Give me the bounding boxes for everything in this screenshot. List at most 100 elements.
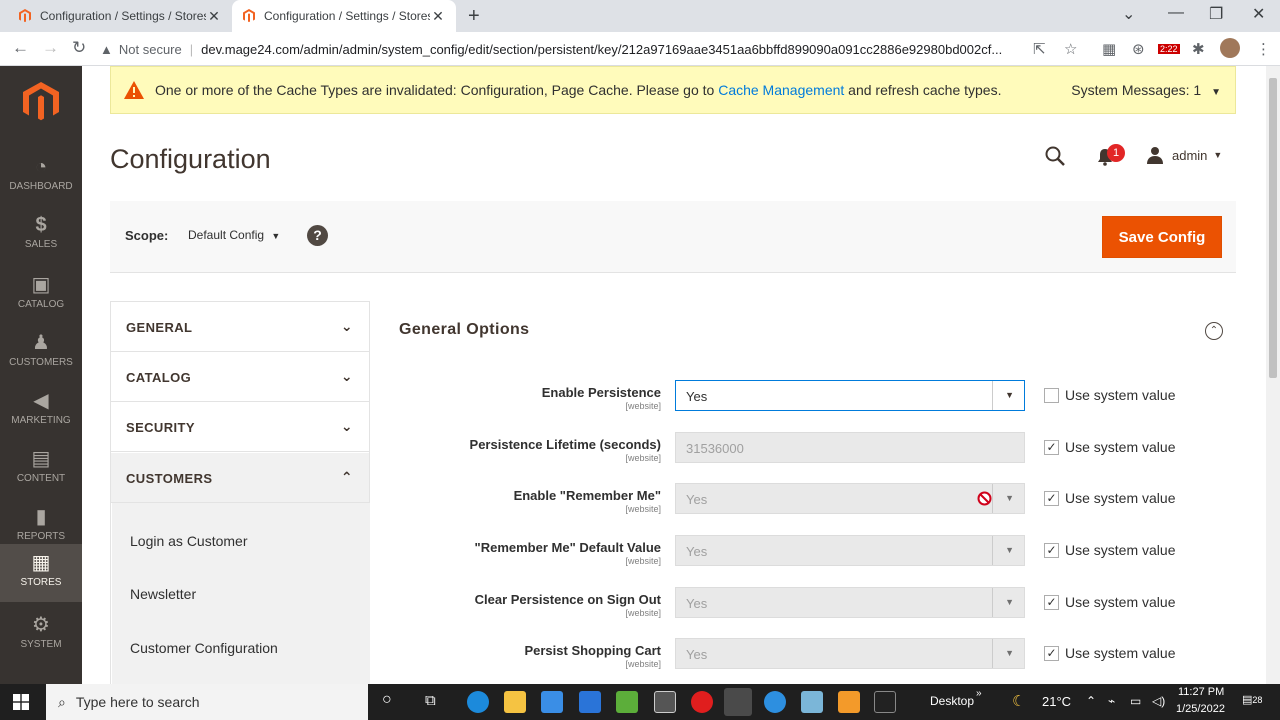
- clear-persistence-select[interactable]: Yes ▼: [675, 587, 1025, 618]
- field-persist-shopping-cart: Persist Shopping Cart [website] Yes ▼ ✓ …: [382, 635, 1212, 675]
- weather-temperature[interactable]: 21°C: [1042, 694, 1071, 709]
- star-icon[interactable]: ☆: [1064, 40, 1077, 58]
- group-title[interactable]: General Options: [399, 321, 529, 339]
- save-config-button[interactable]: Save Config: [1102, 216, 1222, 258]
- cache-management-link[interactable]: Cache Management: [718, 82, 844, 98]
- cortana-icon[interactable]: ○: [382, 691, 392, 709]
- nav-customers[interactable]: ♟ CUSTOMERS: [0, 324, 82, 382]
- browser-tab-active[interactable]: Configuration / Settings / Stores ✕: [232, 0, 456, 32]
- page-scrollbar[interactable]: [1266, 66, 1280, 684]
- system-messages-toggle[interactable]: System Messages: 1 ▼: [1071, 82, 1221, 98]
- volume-icon[interactable]: ◁): [1152, 694, 1165, 708]
- section-catalog[interactable]: CATALOG ⌄: [111, 352, 369, 402]
- persist-shopping-cart-select[interactable]: Yes ▼: [675, 638, 1025, 669]
- minimize-icon[interactable]: —: [1168, 4, 1184, 22]
- warning-icon[interactable]: ▲: [100, 42, 113, 57]
- puzzle-icon[interactable]: ✱: [1192, 40, 1205, 58]
- subnav-customer-configuration[interactable]: Customer Configuration: [130, 640, 278, 656]
- nav-content[interactable]: ▤ CONTENT: [0, 440, 82, 498]
- nav-system[interactable]: ⚙ SYSTEM: [0, 606, 82, 664]
- extension-icon[interactable]: ⊛: [1132, 40, 1145, 58]
- notification-count-badge[interactable]: 1: [1107, 144, 1125, 162]
- app-icon[interactable]: [654, 691, 676, 713]
- section-customers[interactable]: CUSTOMERS ⌃: [111, 453, 369, 503]
- address-bar[interactable]: ▲ Not secure | dev.mage24.com/admin/admi…: [100, 35, 1100, 63]
- use-system-value-checkbox[interactable]: ✓: [1044, 491, 1059, 506]
- enable-persistence-select[interactable]: Yes ▼: [675, 380, 1025, 411]
- network-icon[interactable]: ⌁: [1108, 694, 1115, 708]
- use-system-value-label[interactable]: Use system value: [1065, 645, 1175, 661]
- use-system-value-checkbox[interactable]: ✓: [1044, 440, 1059, 455]
- reload-icon[interactable]: ↻: [72, 38, 86, 58]
- close-tab-icon[interactable]: ✕: [206, 8, 222, 25]
- security-label[interactable]: Not secure: [119, 42, 182, 57]
- nav-stores[interactable]: ▦ STORES: [0, 544, 82, 602]
- weather-icon[interactable]: ☾: [1012, 692, 1025, 710]
- edge-icon[interactable]: [467, 691, 489, 713]
- section-general[interactable]: GENERAL ⌄: [111, 302, 369, 352]
- subnav-login-as-customer[interactable]: Login as Customer: [130, 533, 248, 549]
- url-text[interactable]: dev.mage24.com/admin/admin/system_config…: [201, 42, 1013, 57]
- use-system-value-checkbox[interactable]: ✓: [1044, 595, 1059, 610]
- extension-badge[interactable]: 2:22: [1158, 44, 1180, 54]
- nav-marketing[interactable]: ◀ MARKETING: [0, 382, 82, 440]
- section-security[interactable]: SECURITY ⌄: [111, 402, 369, 452]
- use-system-value-label[interactable]: Use system value: [1065, 387, 1175, 403]
- field-label: Enable "Remember Me": [513, 488, 661, 503]
- desktop-toolbar-label[interactable]: Desktop: [930, 694, 974, 708]
- file-explorer-icon[interactable]: [504, 691, 526, 713]
- close-window-icon[interactable]: ✕: [1252, 4, 1265, 24]
- mail-icon[interactable]: [579, 691, 601, 713]
- maximize-icon[interactable]: ❐: [1209, 4, 1223, 24]
- back-icon[interactable]: ←: [12, 38, 29, 58]
- use-system-value-checkbox[interactable]: ✓: [1044, 543, 1059, 558]
- share-icon[interactable]: ⇱: [1033, 40, 1046, 58]
- search-icon[interactable]: [1045, 146, 1065, 166]
- use-system-value-label[interactable]: Use system value: [1065, 490, 1175, 506]
- store-icon[interactable]: [541, 691, 563, 713]
- use-system-value-label[interactable]: Use system value: [1065, 594, 1175, 610]
- remember-me-default-select[interactable]: Yes ▼: [675, 535, 1025, 566]
- chrome-active-icon[interactable]: [724, 688, 752, 716]
- admin-user-menu[interactable]: admin ▼: [1146, 146, 1222, 164]
- windows-start-icon[interactable]: [13, 694, 29, 710]
- extension-icon[interactable]: ▦: [1102, 40, 1116, 58]
- browser-tab[interactable]: Configuration / Settings / Stores ✕: [8, 0, 232, 32]
- use-system-value-checkbox[interactable]: ✓: [1044, 646, 1059, 661]
- notification-center-icon[interactable]: ▤28: [1242, 693, 1262, 706]
- app-icon[interactable]: [801, 691, 823, 713]
- nav-dashboard[interactable]: ◔ DASHBOARD: [0, 150, 82, 208]
- show-hidden-icons[interactable]: ⌃: [1086, 694, 1096, 708]
- enable-remember-me-select[interactable]: Yes ▼: [675, 483, 1025, 514]
- close-tab-icon[interactable]: ✕: [430, 8, 446, 25]
- menu-icon[interactable]: ⋮: [1256, 40, 1271, 58]
- new-tab-button[interactable]: +: [468, 5, 480, 28]
- xampp-icon[interactable]: [838, 691, 860, 713]
- terminal-icon[interactable]: [874, 691, 896, 713]
- chevron-down-icon: ⌄: [340, 368, 353, 384]
- subnav-newsletter[interactable]: Newsletter: [130, 586, 196, 602]
- scrollbar-thumb[interactable]: [1269, 78, 1277, 378]
- magento-logo-icon[interactable]: [22, 82, 60, 122]
- use-system-value-label[interactable]: Use system value: [1065, 542, 1175, 558]
- task-view-icon[interactable]: ⧉: [425, 692, 436, 709]
- opera-icon[interactable]: [691, 691, 713, 713]
- clock-date[interactable]: 1/25/2022: [1176, 703, 1225, 715]
- tab-search-icon[interactable]: ⌄: [1122, 4, 1135, 24]
- internet-explorer-icon[interactable]: [764, 691, 786, 713]
- battery-icon[interactable]: ▭: [1130, 694, 1141, 708]
- app-icon[interactable]: [616, 691, 638, 713]
- nav-catalog[interactable]: ▣ CATALOG: [0, 266, 82, 324]
- taskbar-search-box[interactable]: ⌕ Type here to search: [46, 684, 368, 720]
- scope-switcher[interactable]: Default Config ▼: [188, 228, 280, 242]
- nav-sales[interactable]: $ SALES: [0, 208, 82, 266]
- forward-icon[interactable]: →: [42, 38, 59, 58]
- use-system-value-checkbox[interactable]: [1044, 388, 1059, 403]
- persistence-lifetime-input[interactable]: 31536000: [675, 432, 1025, 463]
- profile-avatar[interactable]: [1220, 38, 1240, 58]
- help-icon[interactable]: ?: [307, 225, 328, 246]
- collapse-group-icon[interactable]: ⌃: [1205, 322, 1223, 340]
- chevron-right-icon[interactable]: »: [976, 688, 982, 699]
- clock-time[interactable]: 11:27 PM: [1178, 686, 1224, 698]
- use-system-value-label[interactable]: Use system value: [1065, 439, 1175, 455]
